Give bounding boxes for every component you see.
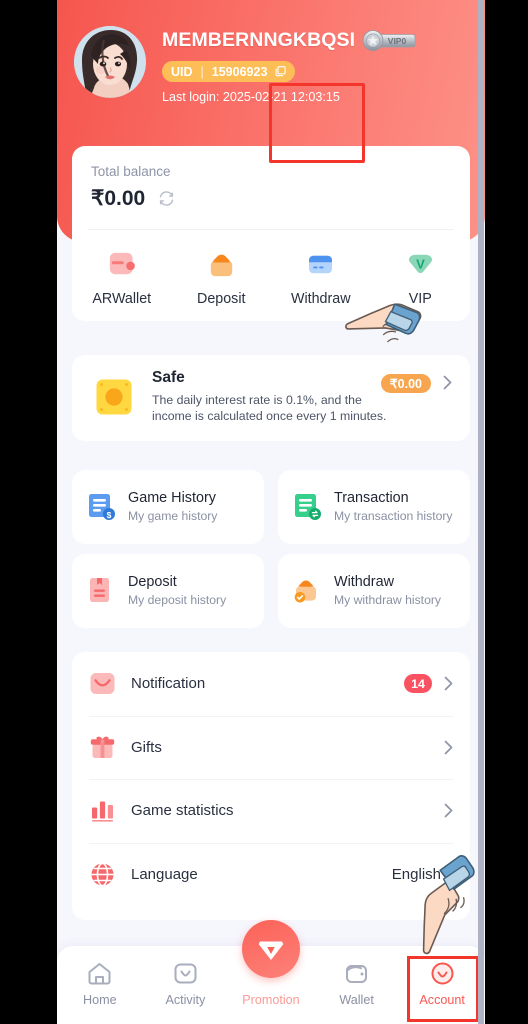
quick-action-vip[interactable]: V VIP <box>371 238 471 307</box>
menu-item-game-statistics[interactable]: Game statistics <box>72 779 470 843</box>
quick-action-deposit[interactable]: Deposit <box>172 238 272 307</box>
globe-icon <box>91 862 114 887</box>
uid-label: UID <box>171 64 193 79</box>
card-title: Game History <box>128 490 216 507</box>
chevron-right-icon <box>443 375 452 390</box>
card-transaction[interactable]: Transaction My transaction history <box>278 470 470 544</box>
card-game-history[interactable]: $ Game History My game history <box>72 470 264 544</box>
profile-block: MEMBERNNGKBQSI VIP0 UID | 15906923 Last … <box>74 26 418 104</box>
nav-item-account[interactable]: Account <box>399 960 485 1007</box>
notification-badge: 14 <box>404 674 432 694</box>
app-screen: MEMBERNNGKBQSI VIP0 UID | 15906923 Last … <box>57 0 485 1024</box>
nav-item-label: Promotion <box>242 993 300 1007</box>
nav-items: Home Activity Promotion Wallet Account <box>57 960 485 1007</box>
chevron-right-icon <box>444 676 453 691</box>
chevron-right-icon <box>444 740 453 755</box>
chevron-right-icon <box>444 803 453 818</box>
divider <box>88 229 454 230</box>
safe-amount-pill: ₹0.00 <box>380 374 431 393</box>
promotion-spacer <box>257 960 284 987</box>
card-title: Transaction <box>334 490 409 507</box>
copy-icon[interactable] <box>275 66 287 77</box>
nav-item-home[interactable]: Home <box>57 960 143 1007</box>
nav-item-label: Wallet <box>339 993 374 1007</box>
gift-icon <box>90 736 115 758</box>
svg-text:VIP0: VIP0 <box>388 36 407 46</box>
vip0-badge: VIP0 <box>362 30 418 51</box>
quick-action-withdraw[interactable]: Withdraw <box>271 238 371 307</box>
vertical-scrollbar[interactable] <box>478 0 484 1024</box>
wallet-icon <box>110 252 136 275</box>
nav-item-activity[interactable]: Activity <box>143 960 229 1007</box>
card-deposit-history[interactable]: Deposit My deposit history <box>72 554 264 628</box>
safe-box-icon <box>96 379 132 415</box>
quick-action-arwallet[interactable]: ARWallet <box>72 238 172 307</box>
transaction-icon <box>295 493 321 520</box>
game-history-icon: $ <box>89 493 115 520</box>
menu-item-notification[interactable]: Notification 14 <box>72 652 470 716</box>
card-subtitle: My game history <box>128 508 218 523</box>
username: MEMBERNNGKBQSI <box>162 29 356 51</box>
card-withdraw-history[interactable]: Withdraw My withdraw history <box>278 554 470 628</box>
deposit-record-icon <box>90 577 109 602</box>
mail-icon <box>90 673 115 695</box>
history-card-grid: $ Game History My game history Transacti… <box>72 470 470 628</box>
balance-row: ₹0.00 <box>91 186 175 211</box>
card-title: Withdraw <box>334 574 394 591</box>
quick-actions-row: ARWallet Deposit Withdraw V VIP <box>72 238 470 307</box>
deposit-bag-icon <box>210 254 232 277</box>
wallet-nav-icon <box>346 965 368 983</box>
quick-action-label: Withdraw <box>290 291 351 307</box>
uid-value: 15906923 <box>211 64 268 79</box>
quick-action-label: Deposit <box>197 291 246 307</box>
menu-item-label: Game statistics <box>131 802 234 820</box>
menu-list-card: Notification 14 Gifts Game statistics La… <box>72 652 470 920</box>
nav-item-wallet[interactable]: Wallet <box>314 960 400 1007</box>
card-text: Deposit My deposit history <box>128 574 226 608</box>
safe-title: Safe <box>152 369 185 386</box>
refresh-icon[interactable] <box>158 190 175 207</box>
nav-item-promotion[interactable]: Promotion <box>228 960 314 1007</box>
nav-item-label: Home <box>83 993 117 1007</box>
menu-item-label: Gifts <box>131 738 162 756</box>
quick-action-label: VIP <box>408 291 432 307</box>
menu-item-label: Notification <box>131 675 206 693</box>
menu-item-label: Language <box>131 865 198 883</box>
total-balance-label: Total balance <box>91 164 171 179</box>
nav-item-label: Account <box>419 993 465 1007</box>
identity-block: MEMBERNNGKBQSI VIP0 UID | 15906923 Last … <box>162 26 418 104</box>
name-row: MEMBERNNGKBQSI VIP0 <box>162 29 418 52</box>
bank-card-icon <box>309 255 333 274</box>
bar-chart-icon <box>92 801 113 822</box>
account-icon <box>431 962 454 985</box>
uid-pill[interactable]: UID | 15906923 <box>162 61 296 82</box>
card-subtitle: My transaction history <box>334 508 453 523</box>
card-subtitle: My deposit history <box>128 592 227 607</box>
activity-icon <box>174 963 197 984</box>
last-login-text: Last login: 2025-02-21 12:03:15 <box>162 90 340 104</box>
withdraw-record-icon <box>294 579 316 603</box>
home-icon <box>88 963 111 985</box>
svg-text:$: $ <box>107 510 112 520</box>
vip-diamond-icon: V <box>408 254 432 274</box>
safe-card[interactable]: Safe The daily interest rate is 0.1%, an… <box>72 355 470 441</box>
avatar[interactable] <box>74 26 146 98</box>
safe-description: The daily interest rate is 0.1%, and the… <box>152 393 387 424</box>
card-text: Game History My game history <box>128 490 217 524</box>
balance-card: Total balance ₹0.00 ARWallet Deposit Wit… <box>72 146 470 321</box>
card-title: Deposit <box>128 574 177 591</box>
nav-item-label: Activity <box>165 993 206 1007</box>
svg-text:V: V <box>416 256 425 271</box>
card-text: Withdraw My withdraw history <box>334 574 441 608</box>
card-text: Transaction My transaction history <box>334 490 453 524</box>
menu-item-language[interactable]: Language English <box>72 842 470 907</box>
card-subtitle: My withdraw history <box>334 592 442 607</box>
balance-amount: ₹0.00 <box>91 187 146 210</box>
bottom-navigation: Home Activity Promotion Wallet Account <box>57 920 485 1024</box>
language-value: English <box>391 865 441 883</box>
uid-separator: | <box>200 64 204 79</box>
menu-item-gifts[interactable]: Gifts <box>72 715 470 780</box>
quick-action-label: ARWallet <box>92 291 152 307</box>
